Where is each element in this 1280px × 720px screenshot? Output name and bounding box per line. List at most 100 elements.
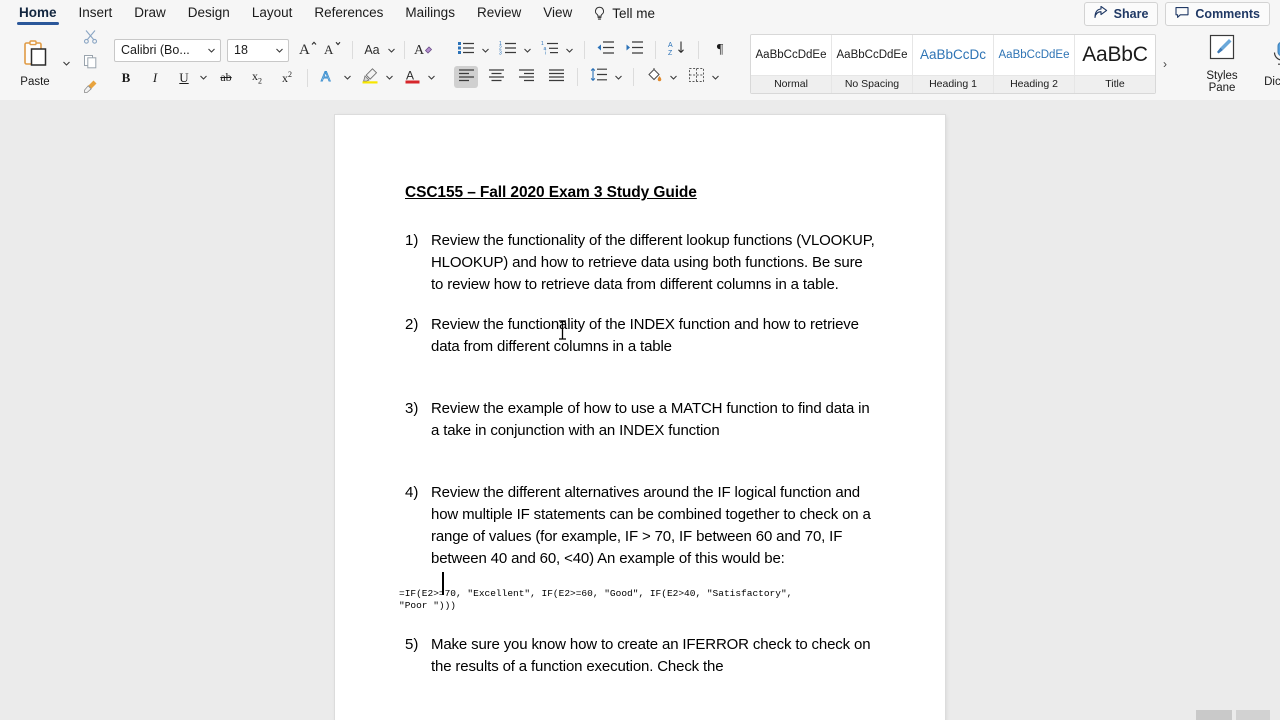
- multilevel-list-dropdown[interactable]: [563, 39, 576, 61]
- font-size-combo[interactable]: 18: [227, 38, 289, 62]
- bullets-button[interactable]: [454, 39, 478, 61]
- tab-layout[interactable]: Layout: [241, 1, 304, 27]
- align-left-button[interactable]: [454, 66, 478, 88]
- line-spacing-dropdown[interactable]: [612, 66, 625, 88]
- grow-font-button[interactable]: A: [296, 39, 320, 61]
- font-color-dropdown[interactable]: [425, 67, 438, 89]
- show-formatting-marks-button[interactable]: ¶: [708, 39, 732, 61]
- tell-me-button[interactable]: Tell me: [583, 2, 665, 25]
- change-case-button[interactable]: Aa: [360, 39, 384, 61]
- list-item: 2) Review the functionality of the INDEX…: [405, 314, 875, 358]
- style-no-spacing[interactable]: AaBbCcDdEe No Spacing: [832, 34, 913, 93]
- justify-button[interactable]: [544, 66, 568, 88]
- justify-icon: [548, 68, 565, 87]
- tab-draw[interactable]: Draw: [123, 1, 177, 27]
- clear-formatting-button[interactable]: A: [411, 39, 435, 61]
- styles-gallery-more-button[interactable]: ›: [1156, 57, 1174, 71]
- line-spacing-button[interactable]: [587, 66, 611, 88]
- comments-button[interactable]: Comments: [1165, 1, 1270, 26]
- paste-button[interactable]: Paste: [10, 39, 60, 88]
- ribbon-tab-strip: Home Insert Draw Design Layout Reference…: [0, 0, 1280, 27]
- italic-icon: I: [152, 69, 158, 85]
- svg-text:A: A: [414, 43, 425, 57]
- text-effects-button[interactable]: A: [316, 67, 340, 89]
- share-button[interactable]: Share: [1083, 1, 1159, 26]
- tab-references[interactable]: References: [303, 1, 394, 27]
- multilevel-list-button[interactable]: 1ai: [538, 39, 562, 61]
- styles-pane-button[interactable]: Styles Pane: [1196, 33, 1248, 94]
- change-case-dropdown[interactable]: [385, 39, 398, 61]
- borders-dropdown[interactable]: [709, 66, 722, 88]
- shrink-font-button[interactable]: A: [321, 39, 345, 61]
- comment-icon: [1175, 6, 1189, 22]
- cut-button[interactable]: [78, 28, 102, 50]
- bold-button[interactable]: B: [114, 67, 138, 89]
- borders-button[interactable]: [684, 66, 708, 88]
- document-canvas[interactable]: CSC155 – Fall 2020 Exam 3 Study Guide 1)…: [0, 100, 1280, 720]
- font-name-combo[interactable]: Calibri (Bo...: [114, 38, 221, 62]
- change-case-icon: Aa: [364, 43, 380, 57]
- clear-formatting-icon: A: [414, 39, 433, 62]
- font-color-button[interactable]: A: [400, 67, 424, 89]
- list-item: 4) Review the different alternatives aro…: [405, 482, 875, 570]
- status-bar-control-right[interactable]: [1236, 710, 1270, 720]
- bold-icon: B: [121, 69, 131, 85]
- styles-group: AaBbCcDdEe Normal AaBbCcDdEe No Spacing …: [744, 27, 1180, 100]
- bullets-icon: [457, 40, 475, 60]
- document-body[interactable]: CSC155 – Fall 2020 Exam 3 Study Guide 1)…: [399, 184, 875, 696]
- mouse-cursor-ibeam: [556, 320, 569, 340]
- highlight-dropdown[interactable]: [383, 67, 396, 89]
- numbering-dropdown[interactable]: [521, 39, 534, 61]
- align-right-icon: [518, 68, 535, 87]
- italic-button[interactable]: I: [143, 67, 167, 89]
- subscript-button[interactable]: x2: [245, 67, 269, 89]
- numbering-button[interactable]: 123: [496, 39, 520, 61]
- underline-dropdown[interactable]: [197, 67, 210, 89]
- highlight-button[interactable]: [358, 67, 382, 89]
- align-center-button[interactable]: [484, 66, 508, 88]
- chevron-down-icon: [276, 48, 283, 53]
- list-item-text: Review the functionality of the differen…: [431, 232, 875, 293]
- list-item-number: 5): [405, 636, 419, 653]
- style-title[interactable]: AaBbC Title: [1075, 34, 1155, 93]
- right-group: Styles Pane Dictate: [1188, 27, 1280, 100]
- tab-view[interactable]: View: [532, 1, 583, 27]
- multilevel-list-icon: 1ai: [541, 40, 559, 60]
- style-label: Heading 2: [994, 74, 1074, 93]
- tab-review[interactable]: Review: [466, 1, 532, 27]
- tab-design[interactable]: Design: [177, 1, 241, 27]
- svg-text:A: A: [299, 42, 310, 57]
- empty-paragraph: [405, 460, 875, 482]
- paste-dropdown[interactable]: [60, 53, 73, 75]
- style-label: No Spacing: [832, 74, 912, 93]
- increase-indent-button[interactable]: [622, 39, 646, 61]
- style-heading-2[interactable]: AaBbCcDdEe Heading 2: [994, 34, 1075, 93]
- superscript-button[interactable]: x2: [275, 67, 299, 89]
- document-page[interactable]: CSC155 – Fall 2020 Exam 3 Study Guide 1)…: [335, 115, 945, 720]
- shading-button[interactable]: [642, 66, 666, 88]
- svg-text:Z: Z: [668, 50, 673, 56]
- decrease-indent-icon: [596, 40, 614, 60]
- format-painter-button[interactable]: [78, 78, 102, 100]
- share-icon: [1094, 5, 1108, 22]
- shading-dropdown[interactable]: [667, 66, 680, 88]
- tab-mailings[interactable]: Mailings: [394, 1, 466, 27]
- dictate-button[interactable]: Dictate: [1256, 39, 1280, 88]
- decrease-indent-button[interactable]: [593, 39, 617, 61]
- titlebar-actions: Share Comments: [1083, 1, 1280, 26]
- font-color-icon: A: [404, 67, 421, 89]
- status-bar-control-left[interactable]: [1196, 710, 1232, 720]
- bullets-dropdown[interactable]: [479, 39, 492, 61]
- sort-button[interactable]: AZ: [665, 39, 689, 61]
- tab-home[interactable]: Home: [8, 1, 68, 27]
- text-effects-dropdown[interactable]: [341, 67, 354, 89]
- strikethrough-button[interactable]: ab: [214, 67, 238, 89]
- align-right-button[interactable]: [514, 66, 538, 88]
- copy-button[interactable]: [78, 53, 102, 75]
- underline-button[interactable]: U: [172, 67, 196, 89]
- style-preview: AaBbC: [1082, 42, 1148, 66]
- style-normal[interactable]: AaBbCcDdEe Normal: [751, 34, 832, 93]
- tab-insert[interactable]: Insert: [68, 1, 124, 27]
- style-heading-1[interactable]: AaBbCcDc Heading 1: [913, 34, 994, 93]
- list-item: 5) Make sure you know how to create an I…: [405, 634, 875, 678]
